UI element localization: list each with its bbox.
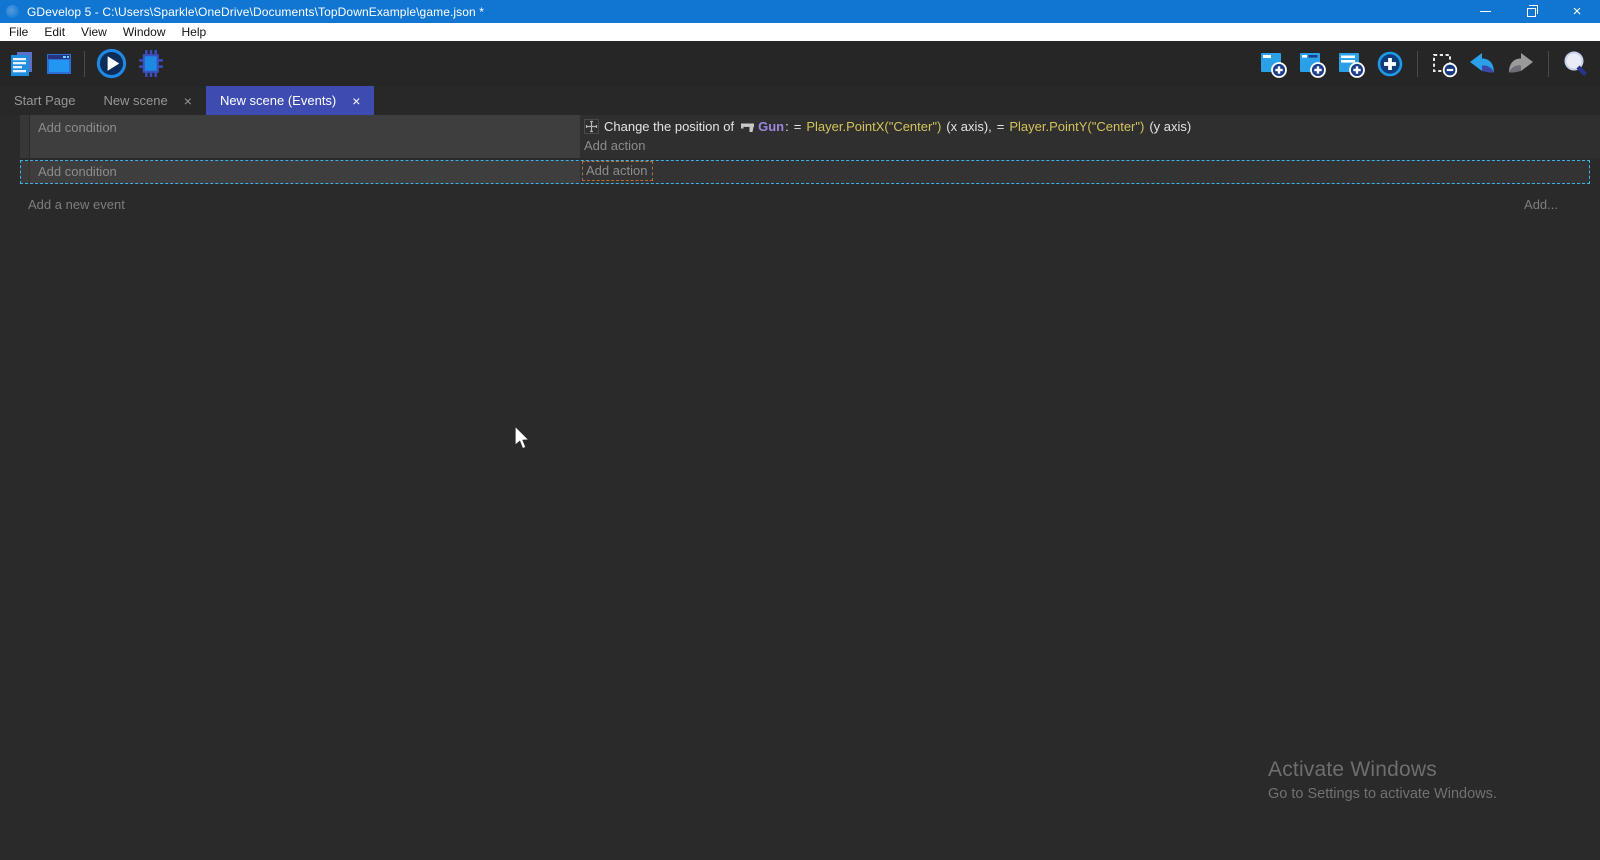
menubar: File Edit View Window Help: [0, 23, 1600, 41]
action-text: (y axis): [1149, 119, 1191, 134]
toolbar-separator: [84, 51, 85, 77]
undo-button[interactable]: [1467, 49, 1497, 79]
menu-edit[interactable]: Edit: [36, 23, 73, 41]
tab-label: New scene (Events): [220, 93, 336, 108]
events-sheet: Add condition Change the position of: [0, 115, 1600, 212]
close-tab-icon[interactable]: ×: [184, 94, 192, 108]
add-menu-button[interactable]: Add...: [1524, 197, 1558, 212]
action-text: (x axis),: [946, 119, 992, 134]
add-action-button[interactable]: Add action: [580, 135, 1600, 156]
add-event-icon: [1258, 49, 1288, 79]
deselect-icon: [1430, 50, 1458, 78]
search-icon: [1561, 49, 1591, 79]
expression-x: Player.PointX("Center"): [806, 119, 941, 134]
minimize-button[interactable]: [1462, 0, 1508, 23]
titlebar: GDevelop 5 - C:\Users\Sparkle\OneDrive\D…: [0, 0, 1600, 23]
event-actions-column: Change the position of Gun: = Player.Poi…: [580, 115, 1600, 158]
toolbar-left: [0, 47, 166, 80]
add-more-button[interactable]: [1375, 49, 1405, 79]
event-drag-handle[interactable]: [20, 115, 29, 158]
action-text: :: [785, 119, 789, 134]
action-text: =: [794, 119, 802, 134]
close-tab-icon[interactable]: ×: [352, 94, 360, 108]
add-event-button[interactable]: [1258, 49, 1288, 79]
debug-icon: [135, 48, 166, 79]
editor-tabbar: Start Page New scene × New scene (Events…: [0, 86, 1600, 115]
events-footer: Add a new event Add...: [0, 184, 1600, 212]
menu-view[interactable]: View: [73, 23, 115, 41]
add-subevent-button[interactable]: [1297, 49, 1327, 79]
restore-icon: [1527, 8, 1536, 17]
play-preview-button[interactable]: [95, 47, 128, 80]
project-manager-button[interactable]: [7, 49, 37, 79]
add-subevent-icon: [1297, 49, 1327, 79]
add-new-event-button[interactable]: Add a new event: [28, 197, 125, 212]
add-action-button[interactable]: Add action: [582, 161, 653, 181]
event-left-margin: [0, 115, 20, 158]
scene-editor-button[interactable]: [44, 49, 74, 79]
add-more-icon: [1375, 49, 1405, 79]
event-row-2-selected[interactable]: Add condition Add action: [20, 160, 1590, 184]
tab-new-scene-events[interactable]: New scene (Events) ×: [206, 86, 375, 115]
expression-y: Player.PointY("Center"): [1009, 119, 1144, 134]
toolbar-separator: [1417, 51, 1418, 77]
window-controls: ×: [1462, 0, 1600, 23]
action-change-position[interactable]: Change the position of Gun: = Player.Poi…: [580, 115, 1600, 135]
object-name: Gun: [758, 119, 784, 134]
add-comment-icon: [1336, 49, 1366, 79]
menu-window[interactable]: Window: [115, 23, 174, 41]
watermark-title: Activate Windows: [1268, 758, 1497, 782]
search-events-button[interactable]: [1561, 49, 1591, 79]
tab-new-scene[interactable]: New scene ×: [89, 86, 206, 115]
event-actions-column: Add action: [580, 161, 1589, 183]
redo-button[interactable]: [1506, 49, 1536, 79]
toolbar: [0, 41, 1600, 86]
gdevelop-logo-icon: [6, 5, 19, 18]
undo-icon: [1467, 49, 1497, 79]
minimize-icon: [1480, 11, 1491, 12]
activate-windows-watermark: Activate Windows Go to Settings to activ…: [1268, 758, 1497, 802]
tab-start-page[interactable]: Start Page: [0, 86, 89, 115]
event-drag-handle[interactable]: [21, 161, 29, 183]
event-row-1[interactable]: Add condition Change the position of: [0, 115, 1600, 158]
project-manager-icon: [7, 49, 37, 79]
add-condition-button[interactable]: Add condition: [30, 161, 580, 183]
restore-button[interactable]: [1508, 0, 1554, 23]
mouse-cursor: [513, 425, 532, 452]
window-title: GDevelop 5 - C:\Users\Sparkle\OneDrive\D…: [27, 5, 484, 19]
tab-label: New scene: [103, 93, 167, 108]
redo-icon: [1506, 49, 1536, 79]
deselect-button[interactable]: [1430, 50, 1458, 78]
toolbar-separator: [1548, 51, 1549, 77]
add-condition-button[interactable]: Add condition: [30, 115, 580, 158]
add-comment-button[interactable]: [1336, 49, 1366, 79]
action-object: Gun:: [739, 119, 789, 134]
action-text: Change the position of: [604, 119, 734, 134]
menu-help[interactable]: Help: [174, 23, 215, 41]
toolbar-right: [1258, 49, 1600, 79]
play-preview-icon: [95, 47, 128, 80]
tab-label: Start Page: [14, 93, 75, 108]
watermark-subtitle: Go to Settings to activate Windows.: [1268, 786, 1497, 802]
close-icon: ×: [1573, 4, 1582, 19]
position-icon: [584, 119, 599, 134]
scene-objects-icon: [44, 49, 74, 79]
action-text: =: [997, 119, 1005, 134]
close-button[interactable]: ×: [1554, 0, 1600, 23]
gun-object-icon: [740, 121, 756, 133]
debug-button[interactable]: [135, 48, 166, 79]
menu-file[interactable]: File: [1, 23, 36, 41]
